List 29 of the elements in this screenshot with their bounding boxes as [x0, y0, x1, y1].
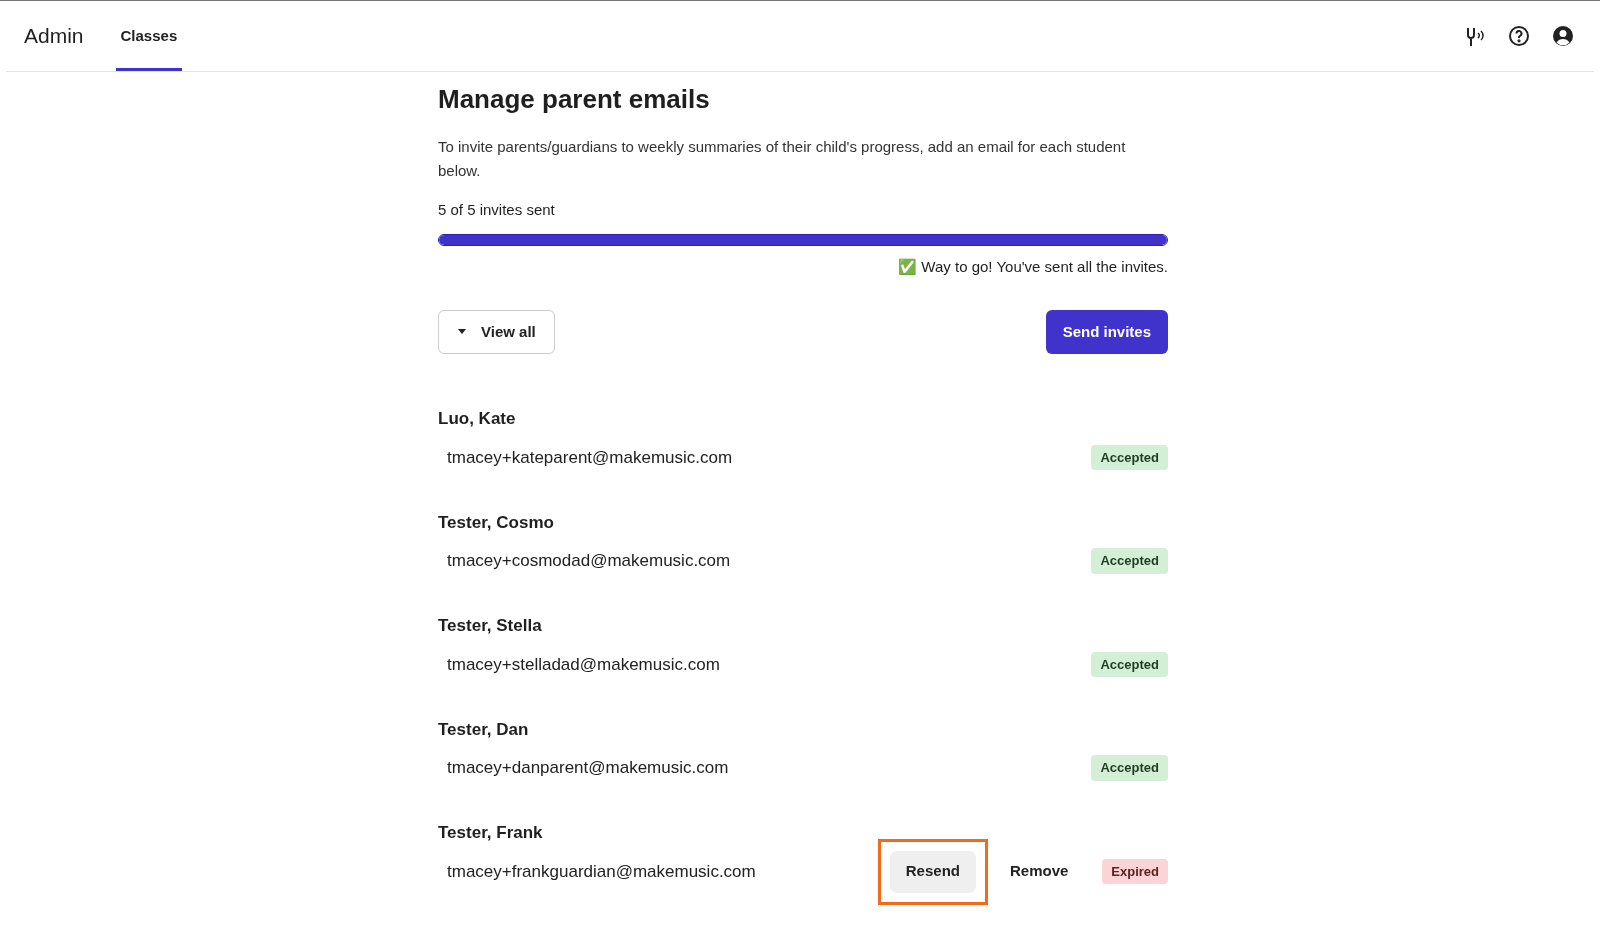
- invite-action-button[interactable]: Resend: [889, 850, 976, 893]
- status-tag: Accepted: [1091, 755, 1168, 781]
- success-message: ✅ Way to go! You've sent all the invites.: [898, 256, 1168, 277]
- send-invites-button[interactable]: Send invites: [1045, 310, 1168, 354]
- status-tag: Expired: [1102, 858, 1168, 885]
- parent-email: tmacey+cosmodad@makemusic.com: [447, 550, 731, 573]
- caret-icon: [457, 329, 467, 335]
- page-title: Manage parent emails: [438, 83, 711, 116]
- help-icon[interactable]: [1508, 25, 1530, 47]
- status-tag: Accepted: [1091, 548, 1168, 574]
- student-name: Tester, Frank: [438, 822, 544, 844]
- view-all-dropdown[interactable]: View all: [438, 310, 555, 354]
- parent-email: tmacey+stelladad@makemusic.com: [447, 653, 720, 676]
- student-name: Tester, Stella: [438, 615, 543, 637]
- tuning-fork-icon[interactable]: [1464, 25, 1486, 47]
- status-tag: Accepted: [1091, 651, 1168, 678]
- description-text: To invite parents/guardians to weekly summaries of their child's progress, add an email for each student below.: [438, 137, 1127, 181]
- nav-tab[interactable]: Classes: [115, 1, 183, 71]
- parent-email: tmacey+danparent@makemusic.com: [447, 757, 729, 780]
- student-name: Luo, Kate: [438, 408, 517, 430]
- student-name: Tester, Dan: [438, 718, 530, 741]
- parent-email: tmacey+kateparent@makemusic.com: [447, 446, 733, 469]
- invite-action-button[interactable]: Remove: [993, 850, 1085, 893]
- user-avatar-icon[interactable]: [1552, 25, 1574, 47]
- student-name: Tester, Cosmo: [438, 511, 555, 534]
- app-title: Admin: [24, 23, 84, 50]
- parent-email: tmacey+frankguardian@makemusic.com: [447, 860, 756, 883]
- progress-label: 5 of 5 invites sent: [438, 200, 556, 220]
- status-tag: Accepted: [1091, 444, 1168, 471]
